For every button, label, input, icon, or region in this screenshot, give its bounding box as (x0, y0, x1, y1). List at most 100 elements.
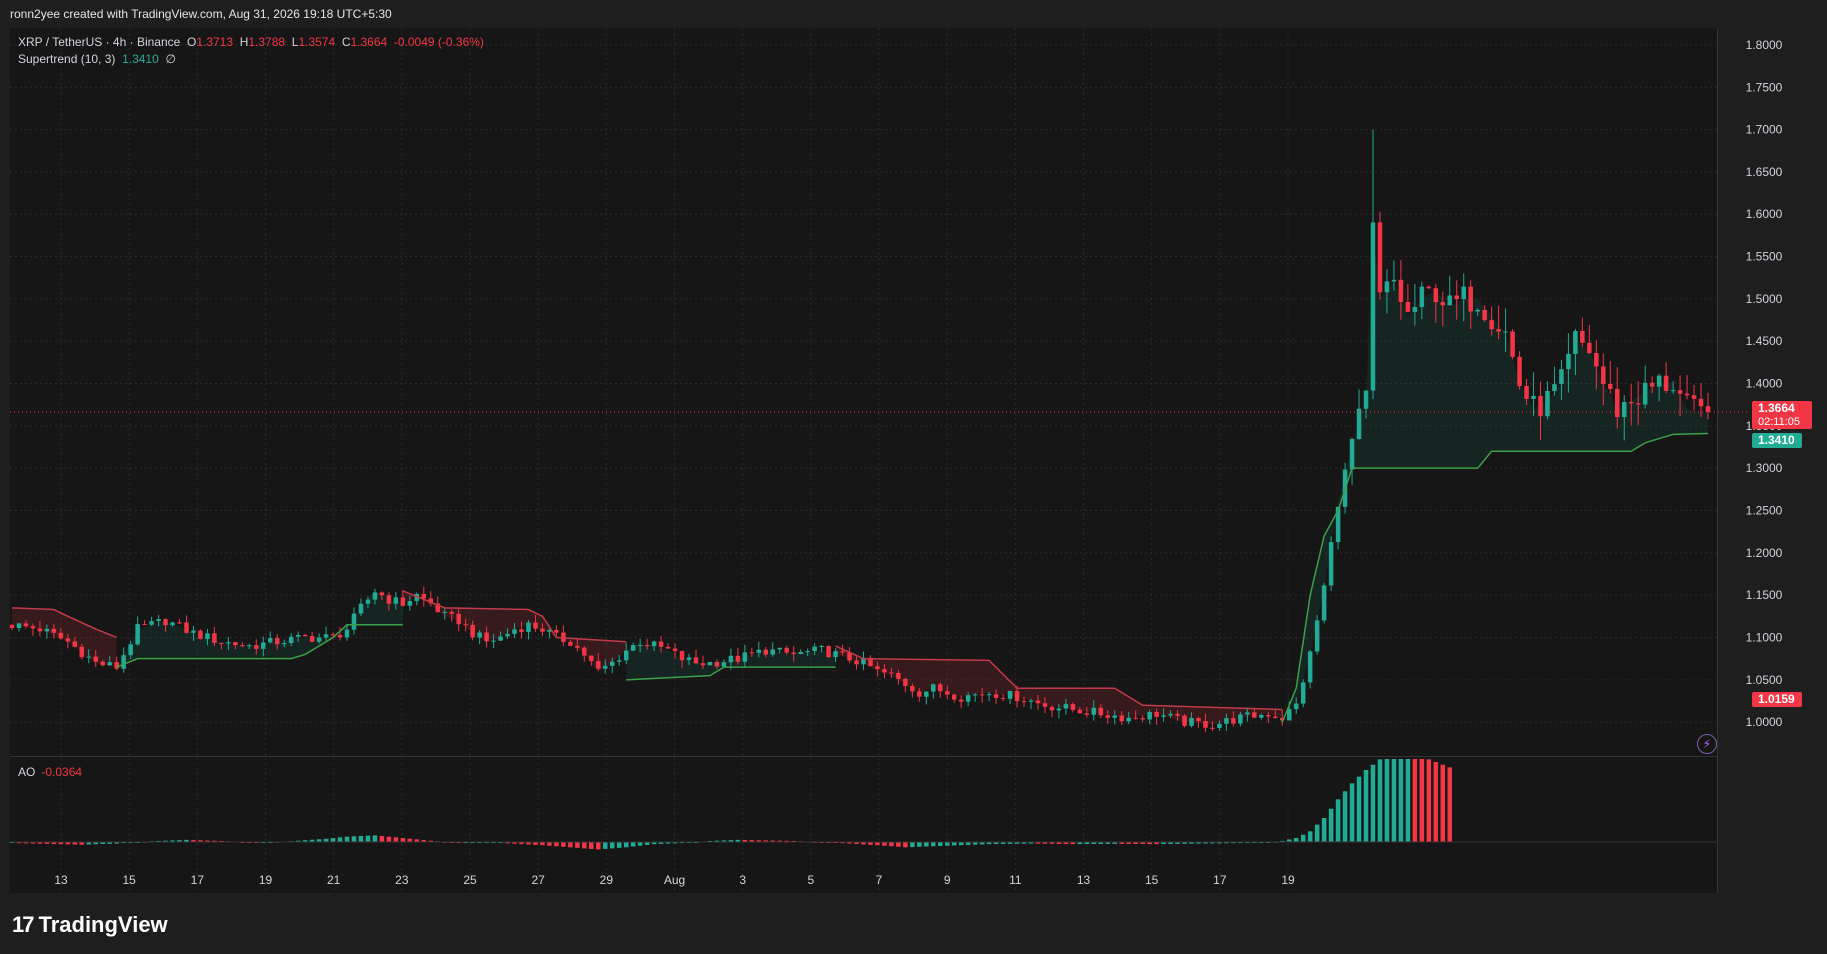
ao-bar (1307, 831, 1313, 842)
ao-bar (1447, 767, 1453, 842)
ao-bar (589, 842, 594, 849)
candle-body (944, 691, 950, 695)
candle-body (142, 624, 147, 626)
candle-body (1377, 222, 1383, 293)
ao-legend[interactable]: AO -0.0364 (18, 765, 82, 779)
candle-body (400, 597, 406, 606)
candle-body (1182, 715, 1187, 726)
time-tick-label: 7 (876, 873, 883, 887)
candle-body (616, 660, 622, 662)
candle-body (295, 634, 301, 637)
candle-body (1238, 714, 1243, 724)
ao-bar (547, 842, 552, 846)
candle-body (854, 660, 859, 665)
candle-body (1656, 375, 1662, 387)
candle-body (972, 694, 978, 696)
time-tick-label: 27 (531, 873, 545, 887)
ao-bar (379, 836, 385, 842)
symbol-title[interactable]: XRP / TetherUS · 4h · Binance (18, 35, 180, 49)
candle-body (1021, 701, 1027, 703)
ao-bar (1314, 824, 1320, 842)
candle-body (267, 638, 273, 643)
ao-bar (1335, 799, 1341, 842)
candle-body (575, 645, 580, 648)
chart-canvas[interactable]: 1.8000 1.7500 1.7000 1.6500 1.6000 1.5500 1.50… (0, 0, 1827, 954)
candle-body (840, 651, 845, 653)
candle-body (205, 633, 210, 639)
candle-body (1245, 712, 1250, 715)
candle-body (596, 661, 601, 669)
candle-body (1307, 651, 1313, 683)
candle-body (1056, 708, 1062, 711)
ao-bar (951, 842, 957, 846)
candle-body (177, 622, 182, 624)
candle-body (1433, 288, 1439, 303)
candle-body (274, 638, 280, 645)
candle-body (170, 622, 175, 626)
ao-bar (924, 842, 929, 847)
candle-body (1468, 286, 1473, 312)
candle-body (1566, 353, 1571, 370)
candle-body (1663, 375, 1669, 391)
candle-body (951, 694, 957, 700)
price-tick-label: 1.5000 (1746, 292, 1783, 306)
candle-body (1126, 717, 1131, 722)
ao-bar (623, 842, 629, 848)
candle-body (351, 613, 357, 630)
candle-body (700, 663, 706, 666)
ao-bar (1293, 838, 1299, 842)
candle-body (1649, 382, 1655, 387)
candle-body (100, 661, 105, 666)
candle-body (1531, 395, 1536, 399)
time-tick-label: 25 (463, 873, 477, 887)
price-tick-label: 1.2000 (1746, 546, 1783, 560)
ao-bar (596, 842, 601, 850)
candle-body (1098, 707, 1104, 716)
candle (1300, 679, 1306, 708)
candle-body (337, 635, 343, 638)
candle-body (365, 599, 371, 604)
candle-body (533, 622, 538, 629)
candle-body (1070, 704, 1076, 710)
ao-bar (351, 836, 357, 842)
candle-body (1231, 718, 1236, 724)
ao-bar (365, 835, 371, 842)
candle-body (1356, 408, 1362, 440)
candle-body (1601, 366, 1606, 384)
candle-body (1161, 715, 1166, 717)
candle-body (1217, 723, 1222, 728)
candle-body (665, 646, 671, 649)
candle-body (323, 634, 329, 638)
candle-body (1545, 390, 1550, 417)
candle (1510, 329, 1515, 360)
candle-body (72, 641, 78, 647)
time-tick-label: 17 (191, 873, 205, 887)
candle-body (240, 645, 245, 647)
indicator-row[interactable]: Supertrend (10, 3) 1.3410 ∅ (18, 51, 484, 68)
candle-body (931, 684, 936, 692)
candle-body (979, 694, 985, 696)
candle-body (484, 632, 489, 642)
candle-body (1684, 393, 1690, 396)
candle-body (1084, 713, 1090, 715)
candle-body (1300, 682, 1306, 704)
candle-body (1014, 691, 1020, 702)
time-tick-label: 17 (1213, 873, 1227, 887)
candle-body (184, 622, 189, 633)
time-tick-label: Aug (664, 873, 685, 887)
ao-value: -0.0364 (41, 765, 83, 779)
candle-body (1384, 281, 1390, 293)
candle (1321, 583, 1327, 624)
candle-body (233, 642, 238, 646)
candle-body (875, 666, 880, 669)
low-value: 1.3574 (298, 35, 336, 49)
candle-body (156, 619, 161, 622)
candle-body (1517, 356, 1522, 387)
ao-bar (1377, 759, 1383, 842)
ao-bar (1342, 791, 1348, 842)
candle-body (247, 645, 252, 647)
candle-body (191, 630, 196, 633)
candle-body (226, 642, 231, 644)
lightning-bolt-icon[interactable]: ⚡ (1697, 734, 1717, 754)
ao-bar (931, 842, 936, 847)
